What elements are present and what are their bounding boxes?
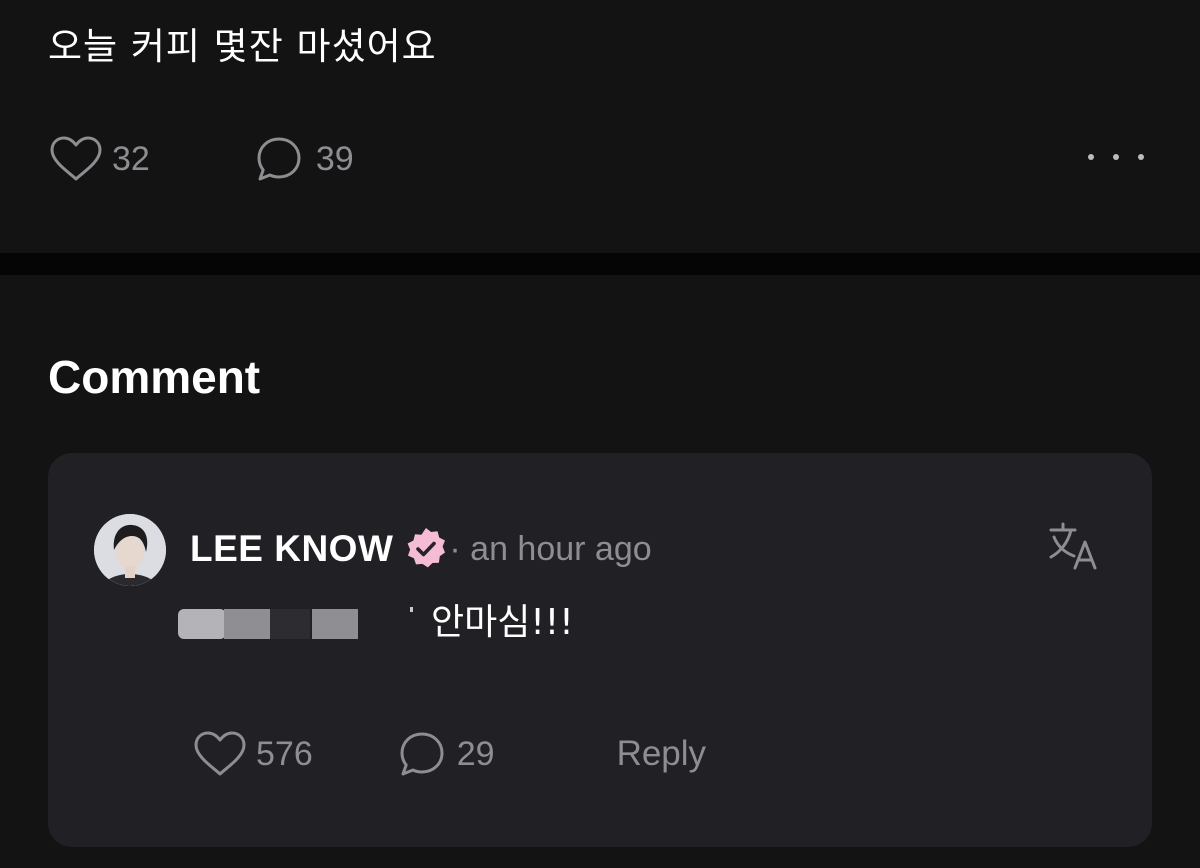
post: 오늘 커피 몇잔 마셨어요 32 39 bbox=[0, 0, 1200, 253]
post-comment-count: 39 bbox=[315, 139, 354, 178]
comments-title: Comment bbox=[48, 351, 261, 403]
comment-like-count: 576 bbox=[256, 734, 313, 773]
speech-bubble-icon bbox=[256, 136, 302, 182]
comment-header: LEE KNOW · an hour ago bbox=[190, 523, 652, 575]
redacted-mention bbox=[178, 605, 416, 641]
more-dot bbox=[1138, 154, 1144, 160]
post-text: 오늘 커피 몇잔 마셨어요 bbox=[48, 25, 437, 68]
post-like-count: 32 bbox=[112, 139, 150, 178]
comment-actions: 576 29 Reply bbox=[194, 729, 706, 779]
comment-card: LEE KNOW · an hour ago 안마심!!! 576 29 Rep… bbox=[48, 453, 1152, 847]
comment-text: 안마심!!! bbox=[431, 602, 574, 643]
reply-button[interactable]: Reply bbox=[617, 734, 706, 774]
comment-reply-count: 29 bbox=[456, 734, 495, 773]
post-comment-button[interactable]: 39 bbox=[256, 136, 354, 182]
post-actions: 32 39 bbox=[50, 135, 354, 183]
comment-time: · an hour ago bbox=[449, 529, 652, 568]
author-name[interactable]: LEE KNOW bbox=[190, 528, 393, 570]
more-options-button[interactable] bbox=[1088, 145, 1144, 169]
verified-badge-icon bbox=[403, 526, 449, 572]
translate-icon bbox=[1048, 522, 1102, 577]
comment-like-button[interactable]: 576 bbox=[194, 731, 313, 777]
more-dot bbox=[1088, 154, 1094, 160]
heart-icon bbox=[50, 136, 102, 182]
comment-reply-count-button[interactable]: 29 bbox=[399, 731, 495, 777]
more-dot bbox=[1113, 154, 1119, 160]
translate-button[interactable] bbox=[1048, 519, 1102, 573]
speech-bubble-icon bbox=[399, 731, 445, 777]
heart-icon bbox=[194, 731, 246, 777]
comments-section: Comment LEE KNOW · an hour ago 안마심!!! 57… bbox=[0, 275, 1200, 868]
post-like-button[interactable]: 32 bbox=[50, 136, 150, 182]
avatar[interactable] bbox=[94, 514, 166, 586]
section-divider bbox=[0, 253, 1200, 275]
